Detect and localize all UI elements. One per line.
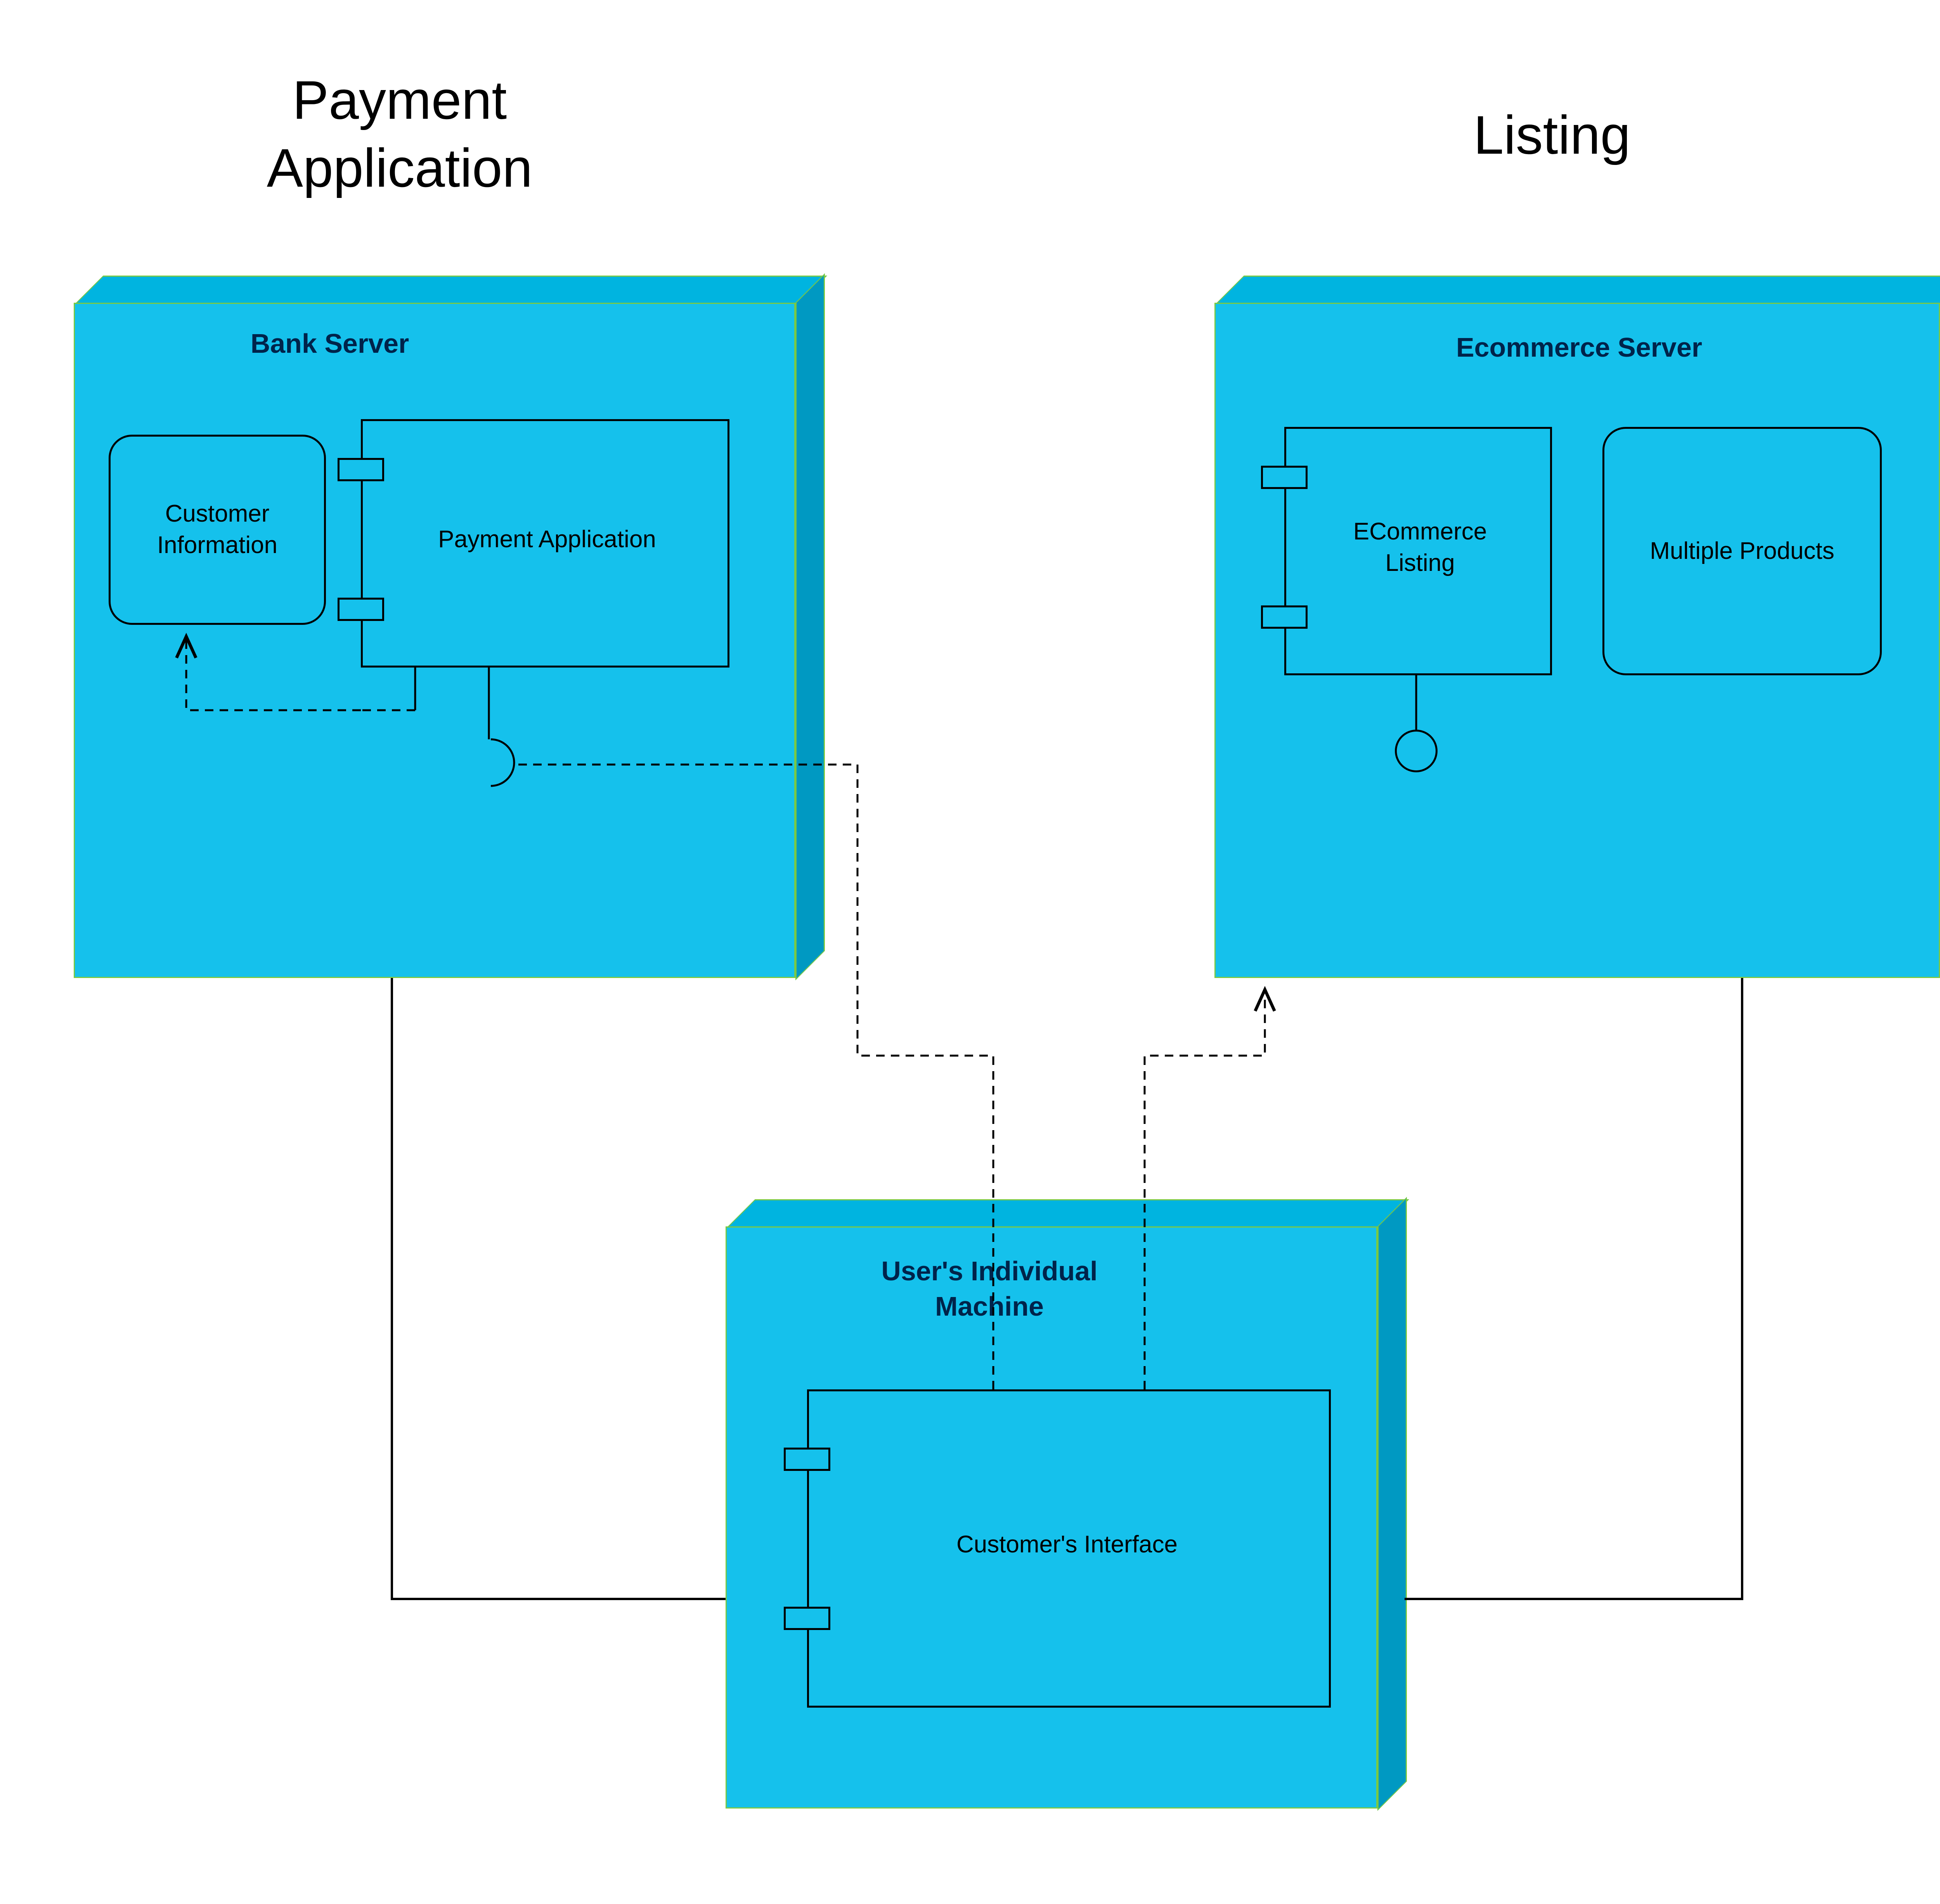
label-ecommerce-listing: ECommerceListing	[1311, 516, 1529, 579]
label-ecommerce-server: Ecommerce Server	[1405, 330, 1754, 365]
tab-icon	[338, 598, 384, 621]
title-payment-application: PaymentApplication	[167, 66, 632, 202]
box-multiple-products: Multiple Products	[1602, 427, 1882, 675]
label-customer-information: CustomerInformation	[157, 498, 277, 561]
label-payment-application: Payment Application	[372, 524, 722, 555]
title-listing: Listing	[1397, 101, 1707, 169]
label-customers-interface: Customer's Interface	[873, 1529, 1261, 1561]
label-user-machine: User's IndividualMachine	[815, 1254, 1164, 1324]
tab-icon	[1261, 605, 1308, 629]
label-multiple-products: Multiple Products	[1650, 536, 1834, 567]
label-bank-server: Bank Server	[194, 326, 466, 361]
tab-icon	[1261, 466, 1308, 489]
circle-icon	[1395, 730, 1438, 772]
tab-icon	[784, 1607, 830, 1630]
tab-icon	[338, 458, 384, 481]
tab-icon	[784, 1448, 830, 1471]
box-customer-information: CustomerInformation	[109, 435, 326, 625]
diagram-canvas: PaymentApplication Listing Bank Server C…	[0, 0, 1940, 1904]
